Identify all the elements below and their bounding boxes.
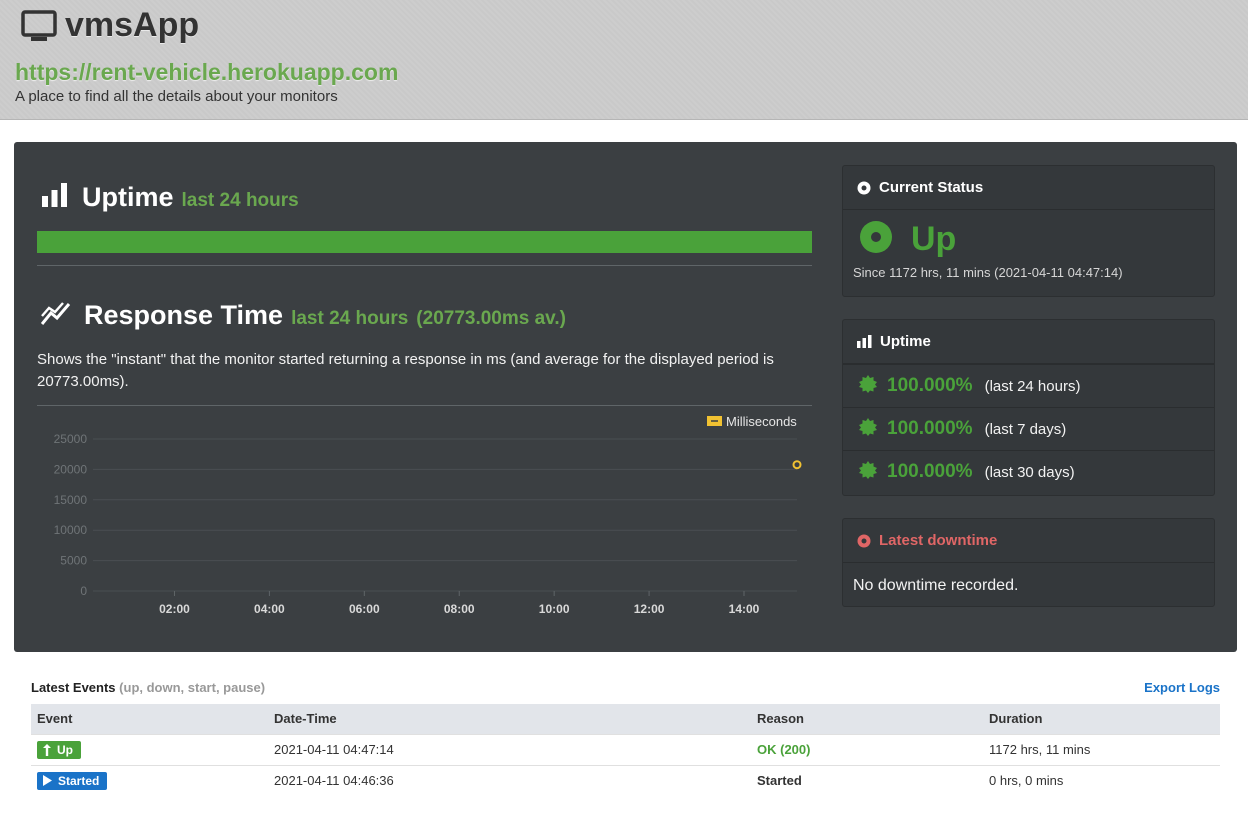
page-header: vmsApp https://rent-vehicle.herokuapp.co… [0,0,1248,120]
uptime-heading: Uptime last 24 hours [41,182,299,213]
column-header[interactable]: Duration [983,704,1220,734]
uptime-period: (last 24 hours) [984,377,1081,395]
events-title: Latest Events [31,680,116,695]
x-tick-label: 08:00 [444,602,475,616]
y-tick-label: 0 [80,584,87,598]
x-tick-label: 06:00 [349,602,380,616]
uptime-period: last 24 hours [181,190,299,211]
bar-chart-icon [857,335,872,348]
uptime-row: 100.000% (last 24 hours) [843,364,1214,407]
brand[interactable]: vmsApp [21,6,199,45]
uptime-bar[interactable] [37,231,812,253]
status-up-icon [859,220,893,259]
column-header[interactable]: Reason [751,704,983,734]
event-label: Up [57,742,73,757]
status-since: Since 1172 hrs, 11 mins (2021-04-11 04:4… [853,265,1123,280]
monitor-panel: Uptime last 24 hours Response Time last … [14,142,1237,652]
y-tick-label: 25000 [54,432,88,446]
badge-check-icon [859,417,877,441]
legend-label: Milliseconds [726,414,797,429]
app-name: vmsApp [65,6,200,44]
x-tick-label: 12:00 [634,602,665,616]
response-average: (20773.00ms av.) [416,308,566,329]
tagline: A place to find all the details about yo… [15,88,338,105]
play-icon [43,775,52,787]
monitor-icon [21,9,57,43]
response-description: Shows the "instant" that the monitor sta… [37,351,774,390]
badge-check-icon [859,374,877,398]
event-datetime: 2021-04-11 04:47:14 [268,733,751,765]
event-badge-started: Started [37,771,108,790]
event-datetime: 2021-04-11 04:46:36 [268,764,751,796]
x-tick-label: 14:00 [729,602,760,616]
uptime-percent: 100.000% [887,461,973,482]
event-duration: 1172 hrs, 11 mins [983,733,1220,765]
response-title: Response Time [84,300,284,330]
site-url[interactable]: https://rent-vehicle.herokuapp.com [15,59,398,86]
x-tick-label: 10:00 [539,602,570,616]
table-row: Started 2021-04-11 04:46:36 Started 0 hr… [31,764,1220,796]
event-reason: Started [751,764,983,796]
response-heading: Response Time last 24 hours (20773.00ms … [40,300,566,331]
y-tick-label: 5000 [60,554,87,568]
event-reason: OK (200) [751,733,983,765]
x-tick-label: 04:00 [254,602,285,616]
card-title: Uptime [880,333,931,350]
events-heading: Latest Events (up, down, start, pause) [31,680,265,695]
dot-circle-icon [857,181,871,195]
events-table: Event Date-Time Reason Duration Up 2021-… [31,704,1220,796]
card-header: Current Status [843,166,1214,210]
arrow-up-icon [43,743,51,756]
table-header-row: Event Date-Time Reason Duration [31,704,1220,734]
badge-check-icon [859,460,877,484]
uptime-card: Uptime 100.000% (last 24 hours) 100.000%… [842,319,1215,496]
uptime-percent: 100.000% [887,375,973,396]
card-header: Uptime [843,320,1214,364]
event-badge-up: Up [37,740,81,759]
data-point [792,460,802,470]
status-text: Up [911,220,957,258]
card-title: Latest downtime [879,532,998,549]
dot-circle-icon [857,534,871,548]
uptime-period: (last 30 days) [984,463,1075,481]
event-label: Started [58,773,100,788]
card-header: Latest downtime [843,519,1214,563]
column-header[interactable]: Date-Time [268,704,751,734]
divider [37,265,812,266]
y-tick-label: 10000 [54,523,88,537]
bar-chart-icon [41,182,68,213]
events-subtitle: (up, down, start, pause) [119,680,266,695]
card-title: Current Status [879,179,984,196]
event-duration: 0 hrs, 0 mins [983,764,1220,796]
export-logs-link[interactable]: Export Logs [1144,680,1220,695]
uptime-period: (last 7 days) [984,420,1067,438]
x-tick-label: 02:00 [159,602,190,616]
response-period: last 24 hours [291,308,409,329]
uptime-row: 100.000% (last 30 days) [843,450,1214,493]
response-time-chart[interactable]: 0 5000 10000 15000 20000 25000 02:00 04:00 06:00… [28,404,818,624]
table-row: Up 2021-04-11 04:47:14 OK (200) 1172 hrs… [31,733,1220,765]
uptime-percent: 100.000% [887,418,973,439]
latest-downtime-card: Latest downtime No downtime recorded. [842,518,1215,607]
current-status-card: Current Status Up Since 1172 hrs, 11 min… [842,165,1215,297]
downtime-message: No downtime recorded. [853,577,1019,594]
y-tick-label: 15000 [54,493,88,507]
uptime-title: Uptime [82,182,174,212]
uptime-row: 100.000% (last 7 days) [843,407,1214,450]
column-header[interactable]: Event [31,704,268,734]
line-chart-icon [40,300,71,331]
y-tick-label: 20000 [54,462,88,476]
